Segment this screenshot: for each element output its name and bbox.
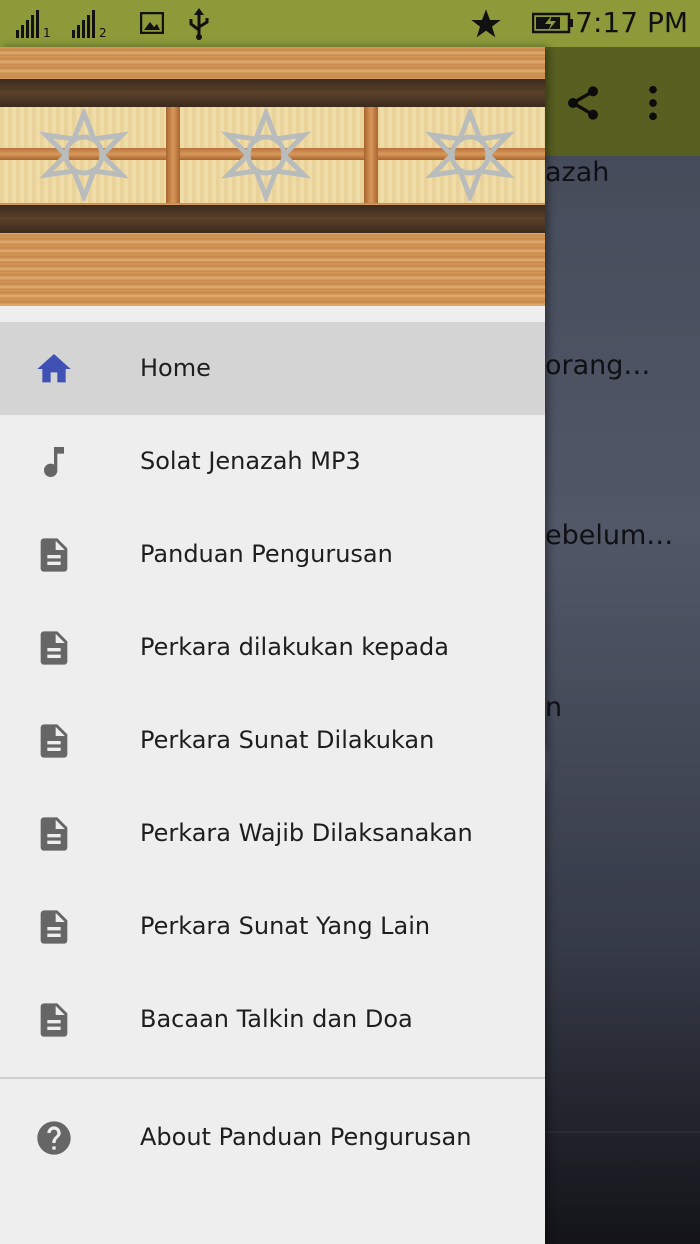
menu-item-perkara-sunat-dilakukan[interactable]: Perkara Sunat Dilakukan [0,694,545,787]
signal-icon: 2 [72,10,107,40]
document-icon [40,631,68,665]
menu-divider [0,1077,545,1079]
image-icon [140,12,164,34]
ornament-icon [424,109,516,201]
home-icon [37,354,71,383]
drawer-header-image [0,47,545,306]
document-icon [40,817,68,851]
drawer-menu: Home Solat Jenazah MP3 Panduan Pengurusa… [0,322,545,1184]
menu-item-label: Perkara Sunat Yang Lain [140,912,431,940]
menu-item-label: Home [140,354,211,382]
ornament-icon [38,109,130,201]
document-icon [40,538,68,572]
signal-icon: 1 [16,10,51,40]
status-time: 7:17 PM [575,6,688,39]
menu-item-bacaan-talkin-dan-doa[interactable]: Bacaan Talkin dan Doa [0,973,545,1066]
sim2-label: 2 [99,26,107,40]
status-bar: 1 2 7:17 PM [0,0,700,47]
menu-item-perkara-sunat-yang-lain[interactable]: Perkara Sunat Yang Lain [0,880,545,973]
navigation-drawer: Home Solat Jenazah MP3 Panduan Pengurusa… [0,47,545,1244]
document-icon [40,1003,68,1037]
menu-item-about[interactable]: About Panduan Pengurusan [0,1091,545,1184]
menu-item-label: About Panduan Pengurusan [140,1123,472,1151]
menu-item-label: Solat Jenazah MP3 [140,447,361,475]
battery-charging-icon [532,12,573,34]
menu-item-label: Bacaan Talkin dan Doa [140,1005,413,1033]
document-icon [40,910,68,944]
menu-item-label: Perkara Wajib Dilaksanakan [140,819,473,847]
document-icon [40,724,68,758]
menu-item-solat-jenazah-mp3[interactable]: Solat Jenazah MP3 [0,415,545,508]
sim1-label: 1 [43,26,51,40]
menu-item-perkara-dilakukan-kepada[interactable]: Perkara dilakukan kepada [0,601,545,694]
menu-item-label: Perkara dilakukan kepada [140,633,449,661]
menu-item-panduan-pengurusan[interactable]: Panduan Pengurusan [0,508,545,601]
menu-item-label: Perkara Sunat Dilakukan [140,726,435,754]
ornament-icon [220,109,312,201]
menu-item-home[interactable]: Home [0,322,545,415]
menu-item-label: Panduan Pengurusan [140,540,393,568]
star-icon [471,9,501,38]
menu-item-perkara-wajib-dilaksanakan[interactable]: Perkara Wajib Dilaksanakan [0,787,545,880]
usb-icon [189,8,209,40]
music-note-icon [44,447,64,477]
help-icon [37,1121,71,1155]
